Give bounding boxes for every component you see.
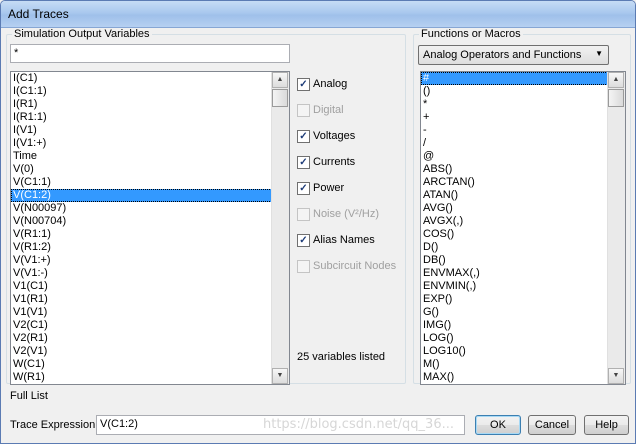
chevron-down-icon: ▼ <box>595 49 603 58</box>
variable-item[interactable]: I(V1) <box>11 124 272 137</box>
filter-label: Alias Names <box>313 234 375 246</box>
function-item[interactable]: G() <box>421 306 608 319</box>
function-item[interactable]: AVGX(,) <box>421 215 608 228</box>
function-item[interactable]: / <box>421 137 608 150</box>
variables-scrollbar[interactable]: ▲ ▼ <box>271 72 289 384</box>
dialog-title: Add Traces <box>8 7 69 21</box>
variable-item[interactable]: Time <box>11 150 272 163</box>
function-item[interactable]: EXP() <box>421 293 608 306</box>
filter-label: Analog <box>313 78 348 90</box>
functions-scrollbar[interactable]: ▲ ▼ <box>607 72 625 384</box>
help-button[interactable]: Help <box>584 415 629 435</box>
variables-count: 25 variables listed <box>297 351 386 363</box>
variable-item[interactable]: V(R1:1) <box>11 228 272 241</box>
variable-item[interactable]: I(C1:1) <box>11 85 272 98</box>
function-category-value: Analog Operators and Functions <box>423 49 582 61</box>
checkbox-box <box>297 260 310 273</box>
checkmark-icon[interactable]: ✓ <box>297 156 310 169</box>
functions-or-macros-label: Functions or Macros <box>419 28 523 41</box>
variable-item[interactable]: V2(C1) <box>11 319 272 332</box>
scroll-down-icon[interactable]: ▼ <box>608 368 624 384</box>
function-item[interactable]: + <box>421 111 608 124</box>
scroll-down-icon[interactable]: ▼ <box>272 368 288 384</box>
variable-item[interactable]: V1(C1) <box>11 280 272 293</box>
function-item[interactable]: MAX() <box>421 371 608 384</box>
variable-item[interactable]: V(R1:2) <box>11 241 272 254</box>
variable-item[interactable]: I(R1:1) <box>11 111 272 124</box>
variable-item[interactable]: V(0) <box>11 163 272 176</box>
scroll-up-icon[interactable]: ▲ <box>272 72 288 88</box>
variable-item[interactable]: W(C1) <box>11 358 272 371</box>
cancel-button[interactable]: Cancel <box>528 415 576 435</box>
function-category-select[interactable]: Analog Operators and Functions ▼ <box>418 45 609 65</box>
trace-expression-input[interactable]: V(C1:2) <box>96 415 465 435</box>
filter-label: Noise (V²/Hz) <box>313 208 380 220</box>
filter-label: Currents <box>313 156 356 168</box>
function-item[interactable]: IMG() <box>421 319 608 332</box>
function-item[interactable]: ENVMAX(,) <box>421 267 608 280</box>
variable-item[interactable]: I(C1) <box>11 72 272 85</box>
function-item[interactable]: D() <box>421 241 608 254</box>
function-item[interactable]: LOG10() <box>421 345 608 358</box>
variable-item[interactable]: V2(V1) <box>11 345 272 358</box>
variable-item[interactable]: V(C1:2) <box>11 189 272 202</box>
variable-item[interactable]: V1(R1) <box>11 293 272 306</box>
checkmark-icon[interactable]: ✓ <box>297 78 310 91</box>
checkmark-icon[interactable]: ✓ <box>297 234 310 247</box>
function-item[interactable]: * <box>421 98 608 111</box>
scroll-thumb[interactable] <box>608 89 624 107</box>
scroll-up-icon[interactable]: ▲ <box>608 72 624 88</box>
function-item[interactable]: AVG() <box>421 202 608 215</box>
scroll-thumb[interactable] <box>272 89 288 107</box>
checkmark-icon[interactable]: ✓ <box>297 130 310 143</box>
checkbox-box <box>297 104 310 117</box>
trace-expression-label: Trace Expression: <box>10 419 99 431</box>
function-item[interactable]: COS() <box>421 228 608 241</box>
variables-list[interactable]: I(C1) I(C1:1) I(R1) I(R1:1) I(V1) I(V1:+) Time… <box>10 71 290 385</box>
filter-label: Voltages <box>313 130 356 142</box>
filter-label: Power <box>313 182 345 194</box>
checkmark-icon[interactable]: ✓ <box>297 182 310 195</box>
function-item[interactable]: # <box>421 72 608 85</box>
checkbox-box <box>297 208 310 221</box>
function-item[interactable]: ATAN() <box>421 189 608 202</box>
variable-item[interactable]: V(V1:-) <box>11 267 272 280</box>
function-item[interactable]: ARCTAN() <box>421 176 608 189</box>
function-item[interactable]: - <box>421 124 608 137</box>
filter-label: Digital <box>313 104 344 116</box>
variable-filter-input[interactable]: * <box>10 44 290 63</box>
add-traces-dialog: Add Traces Simulation Output Variables *… <box>0 0 636 444</box>
function-item[interactable]: ABS() <box>421 163 608 176</box>
simulation-output-variables-label: Simulation Output Variables <box>12 28 152 41</box>
function-item[interactable]: M() <box>421 358 608 371</box>
ok-button[interactable]: OK <box>475 415 521 435</box>
variable-item[interactable]: V(N00704) <box>11 215 272 228</box>
function-item[interactable]: DB() <box>421 254 608 267</box>
filter-label: Subcircuit Nodes <box>313 260 397 272</box>
function-item[interactable]: ENVMIN(,) <box>421 280 608 293</box>
variable-item[interactable]: V(C1:1) <box>11 176 272 189</box>
function-item[interactable]: @ <box>421 150 608 163</box>
variable-item[interactable]: V1(V1) <box>11 306 272 319</box>
function-item[interactable]: () <box>421 85 608 98</box>
variable-item[interactable]: V(V1:+) <box>11 254 272 267</box>
functions-list[interactable]: #() * + - / @ ABS() ARCTAN() ATAN() AVG() AVGX(,) C… <box>420 71 626 385</box>
variable-item[interactable]: V2(R1) <box>11 332 272 345</box>
title-bar[interactable]: Add Traces <box>1 1 635 28</box>
variable-item[interactable]: I(V1:+) <box>11 137 272 150</box>
variable-item[interactable]: V(N00097) <box>11 202 272 215</box>
full-list-label: Full List <box>10 390 48 402</box>
variable-item[interactable]: W(R1) <box>11 371 272 384</box>
variable-item[interactable]: I(R1) <box>11 98 272 111</box>
function-item[interactable]: LOG() <box>421 332 608 345</box>
